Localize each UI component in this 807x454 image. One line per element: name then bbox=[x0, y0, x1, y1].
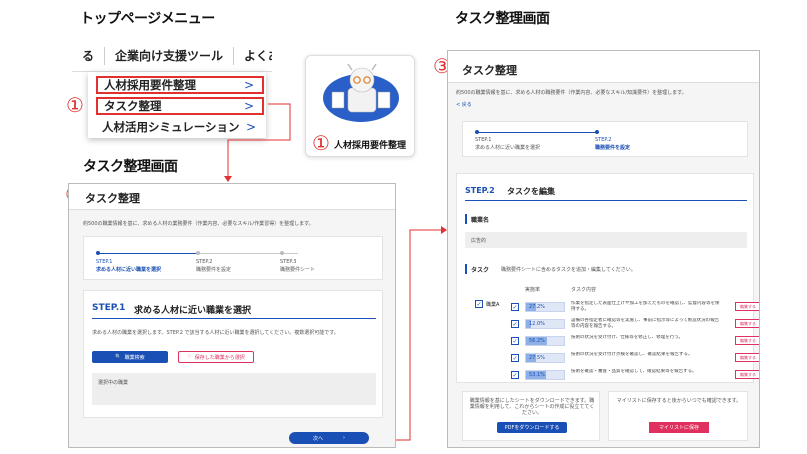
rate-bar: 27.2% bbox=[525, 302, 565, 312]
save-to-mylist-button[interactable]: マイリストに保存 bbox=[649, 422, 709, 433]
checkbox-checked-icon[interactable]: ✓ bbox=[511, 371, 519, 379]
edit-task-button[interactable]: 編集する bbox=[735, 302, 759, 311]
mylist-description: マイリストに保存すると後からいつでも確認できます。 bbox=[616, 398, 742, 404]
rate-value: 12.0% bbox=[529, 321, 545, 327]
step-indicator bbox=[475, 130, 479, 134]
column-header-rate: 実施率 bbox=[525, 287, 541, 293]
stepper-card: STEP.1 求める人材に近い職業を選択 STEP.2 職務要件を設定 bbox=[462, 121, 748, 157]
rate-value: 27.2% bbox=[529, 304, 545, 310]
checkbox-checked-icon[interactable]: ✓ bbox=[511, 354, 519, 362]
step-number: STEP.2 bbox=[196, 259, 213, 265]
step-label: 職務要件を設定 bbox=[595, 145, 631, 151]
step-indicator bbox=[280, 251, 284, 255]
task-row: ✓ 53.1% 技術を確認・審査・品質を確認して、確認結果等を報告する。 編集する bbox=[511, 368, 759, 382]
job-group-label: 職業A bbox=[486, 301, 500, 308]
back-link[interactable]: < 戻る bbox=[456, 101, 472, 108]
chevron-right-icon: › bbox=[343, 435, 345, 441]
step-description: 求める人材の職業を選択します。STEP.2 で該当する人材に近い職業を選択してく… bbox=[92, 330, 339, 336]
step-label: 求める人材に近い職業を選択 bbox=[96, 267, 162, 273]
page-title: タスク整理 bbox=[448, 51, 759, 83]
heart-icon: ♡ bbox=[187, 354, 192, 360]
edit-task-button[interactable]: 編集する bbox=[735, 353, 759, 362]
button-label: マイリストに保存 bbox=[658, 425, 699, 431]
step-indicator bbox=[96, 251, 100, 255]
step-label: 求める人材に近い職業を選択 bbox=[475, 145, 541, 151]
step-indicator bbox=[595, 130, 599, 134]
stepper-card: STEP.1 求める人材に近い職業を選択 STEP.2 職務要件を設定 STEP… bbox=[83, 236, 383, 280]
column-header-task: タスク内容 bbox=[571, 287, 597, 293]
step1-card: STEP.1 求める人材に近い職業を選択 求める人材の職業を選択します。STEP… bbox=[83, 290, 383, 418]
step-heading: タスクを編集 bbox=[507, 187, 555, 196]
edit-task-button[interactable]: 編集する bbox=[735, 336, 759, 345]
task-row: ✓ 12.0% 設備の各指定者に確認等を実施し、事前に指示等によって製造状況の報告等… bbox=[511, 317, 759, 331]
job-name-field: 広告的 bbox=[465, 232, 747, 248]
job-search-button[interactable]: 🔍 職業検索 bbox=[92, 351, 168, 363]
button-label: 職業検索 bbox=[124, 354, 145, 361]
task-screen-step1: タスク整理 約500の職業情報を基に、求める人材の業務要件（作業内容、必要なスキ… bbox=[68, 183, 396, 448]
step-number: STEP.1 bbox=[475, 137, 492, 143]
button-label: PDFをダウンロードする bbox=[504, 425, 560, 431]
task-section-label: タスク bbox=[471, 267, 490, 274]
checkbox-checked-icon[interactable]: ✓ bbox=[511, 320, 519, 328]
search-icon: 🔍 bbox=[115, 354, 122, 360]
task-row: ✓ 27.2% 作業を指定した表面仕上げや加工を加えたものを確認し、監督内容等を保持… bbox=[511, 300, 759, 314]
download-card: 職業情報を基にしたシートをダウンロードできます。職業情報を利用して、これからシー… bbox=[462, 391, 600, 441]
job-name-value: 広告的 bbox=[471, 238, 487, 244]
intro-text: 約500の職業情報を基に、求める人材の職務要件（作業内容、必要なスキル/知識要件… bbox=[456, 90, 687, 96]
task-row: ✓ 56.2% 技術の状況を受け付け、仕様等を修正し、修理を行う。 編集する bbox=[511, 334, 759, 348]
intro-text: 約500の職業情報を基に、求める人材の業務要件（作業内容、必要なスキル/作業習得… bbox=[83, 221, 314, 227]
step-indicator bbox=[196, 251, 200, 255]
rate-bar: 56.2% bbox=[525, 336, 565, 346]
checkbox-checked-icon[interactable]: ✓ bbox=[511, 303, 519, 311]
mylist-card: マイリストに保存すると後からいつでも確認できます。 マイリストに保存 bbox=[608, 391, 748, 441]
checkbox-checked-icon[interactable]: ✓ bbox=[475, 300, 483, 308]
step-label: 職務要件シート bbox=[280, 267, 316, 273]
job-group-row[interactable]: ✓ 職業A bbox=[475, 300, 499, 308]
rate-bar: 12.0% bbox=[525, 319, 565, 329]
step-heading-number: STEP.2 bbox=[465, 186, 495, 195]
step-label: 職務要件を設定 bbox=[196, 267, 232, 273]
rate-value: 56.2% bbox=[529, 338, 545, 344]
step-number: STEP.2 bbox=[595, 137, 612, 143]
task-section-description: 職務要件シートに含めるタスクを追加・編集してください。 bbox=[501, 267, 636, 273]
step-number: STEP.1 bbox=[96, 259, 113, 265]
download-description: 職業情報を基にしたシートをダウンロードできます。職業情報を利用して、これからシー… bbox=[469, 398, 595, 416]
page-title: タスク整理 bbox=[69, 184, 395, 210]
task-description: 設備の各指定者に確認等を実施し、事前に指示等によって製造状況の報告等の内容を報告… bbox=[571, 318, 720, 329]
button-label: 次へ bbox=[312, 435, 323, 442]
step-heading: 求める人材に近い職業を選択 bbox=[134, 306, 252, 316]
task-description: 技術を確認・審査・品質を確認して、確認結果等を報告する。 bbox=[571, 369, 697, 374]
rate-bar: 27.5% bbox=[525, 353, 565, 363]
checkbox-checked-icon[interactable]: ✓ bbox=[511, 337, 519, 345]
step2-card: STEP.2 タスクを編集 職業名 広告的 タスク 職務要件シートに含めるタスク… bbox=[456, 173, 759, 383]
download-pdf-button[interactable]: PDFをダウンロードする bbox=[497, 422, 567, 433]
task-description: 作業を指定した表面仕上げや加工を加えたものを確認し、監督内容等を保持する。 bbox=[571, 301, 720, 312]
task-row: ✓ 27.5% 技術の状況を受け付け点検を確認し、確認結果を報告する。 編集する bbox=[511, 351, 759, 365]
edit-task-button[interactable]: 編集する bbox=[735, 370, 759, 379]
rate-value: 53.1% bbox=[529, 372, 545, 378]
step-number: STEP.3 bbox=[280, 259, 297, 265]
button-label: 保存した職業から選択 bbox=[194, 354, 245, 361]
rate-bar: 53.1% bbox=[525, 370, 565, 380]
saved-jobs-button[interactable]: ♡ 保存した職業から選択 bbox=[178, 351, 254, 363]
rate-value: 27.5% bbox=[529, 355, 545, 361]
selected-jobs-area: 選択中の職業 bbox=[92, 373, 376, 405]
task-description: 技術の状況を受け付け点検を確認し、確認結果を報告する。 bbox=[571, 352, 693, 357]
step-heading-number: STEP.1 bbox=[92, 303, 126, 313]
selected-jobs-label: 選択中の職業 bbox=[98, 380, 129, 386]
next-button[interactable]: 次へ › bbox=[289, 432, 369, 444]
task-description: 技術の状況を受け付け、仕様等を修正し、修理を行う。 bbox=[571, 335, 684, 340]
edit-task-button[interactable]: 編集する bbox=[735, 319, 759, 328]
job-section-label: 職業名 bbox=[471, 217, 490, 224]
task-screen-step2: タスク整理 約500の職業情報を基に、求める人材の職務要件（作業内容、必要なスキ… bbox=[447, 50, 760, 448]
